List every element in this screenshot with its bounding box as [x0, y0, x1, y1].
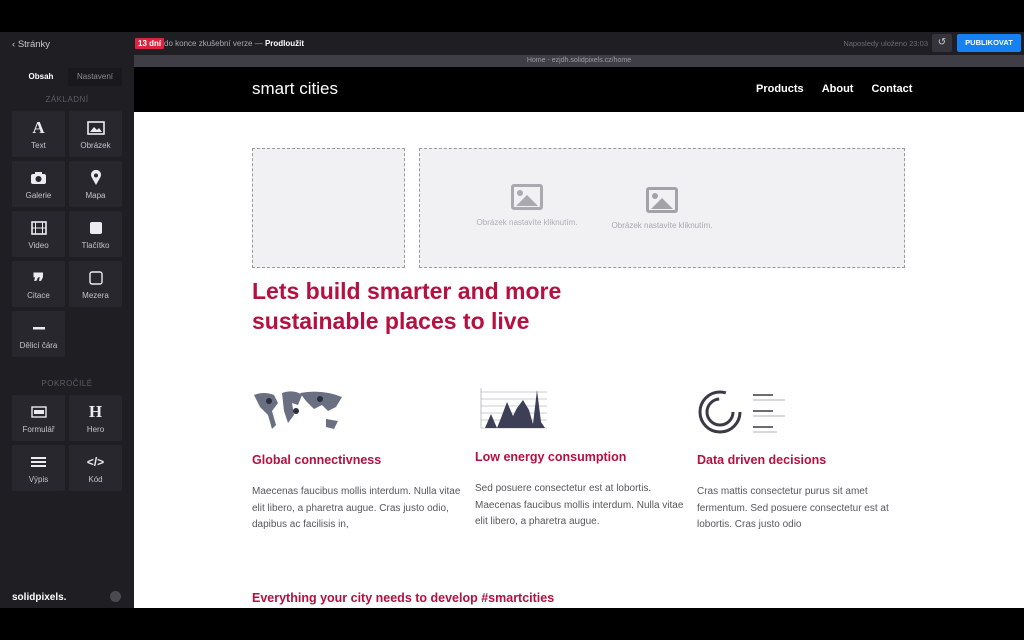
- trial-text: do konce zkušební verze —: [164, 39, 263, 48]
- widget-spacer[interactable]: Mezera: [69, 261, 122, 307]
- widget-divider[interactable]: Dělicí čára: [12, 311, 65, 357]
- last-saved: Naposledy uloženo 23:03: [843, 39, 928, 48]
- widget-gallery[interactable]: Galerie: [12, 161, 65, 207]
- feature-title: Global connectivness: [252, 453, 382, 467]
- back-label: Stránky: [17, 39, 51, 50]
- widget-label: Text: [31, 141, 46, 150]
- widget-label: Hero: [86, 425, 105, 434]
- map-pin-icon: [90, 168, 102, 188]
- world-map-icon: [252, 389, 462, 437]
- widget-label: Galerie: [25, 191, 52, 200]
- energy-chart-icon: [475, 386, 685, 434]
- page-url-bar: Home - ezjdh.solidpixels.cz/home: [134, 55, 1024, 67]
- globe-icon[interactable]: [110, 591, 121, 602]
- feature-text: Sed posuere consectetur est at lobortis.…: [475, 483, 684, 527]
- undo-icon[interactable]: ↺: [932, 34, 952, 52]
- widget-label: Kód: [88, 475, 103, 484]
- feature-title: Data driven decisions: [697, 453, 827, 467]
- image-icon: [86, 118, 105, 138]
- basic-widgets: A Text Obrázek Galerie Mapa Video Tlačítk…: [12, 111, 122, 357]
- widget-label: Mapa: [85, 191, 106, 200]
- widget-image[interactable]: Obrázek: [69, 111, 122, 157]
- publish-button[interactable]: PUBLIKOVAT: [957, 34, 1021, 52]
- camera-icon: [30, 168, 47, 188]
- widget-label: Mezera: [82, 291, 109, 300]
- code-icon: </>: [86, 455, 105, 469]
- tab-obsah[interactable]: Obsah: [14, 68, 68, 86]
- advanced-widgets: Formulář H Hero Výpis </> Kód: [12, 395, 122, 491]
- widget-list[interactable]: Výpis: [12, 445, 65, 491]
- back-to-pages-link[interactable]: ‹ Stránky: [12, 39, 50, 50]
- site-header: smart cities Products About Contact: [134, 67, 1024, 112]
- form-icon: [30, 402, 47, 422]
- button-icon: [89, 218, 103, 238]
- widget-label: Citace: [27, 291, 50, 300]
- sidebar-tabs: Obsah Nastavení: [14, 68, 122, 86]
- quote-icon: ❞: [32, 269, 45, 294]
- widget-label: Video: [28, 241, 49, 250]
- widget-quote[interactable]: ❞ Citace: [12, 261, 65, 307]
- site-logo[interactable]: smart cities: [252, 79, 338, 99]
- feature-text: Cras mattis consectetur purus sit amet f…: [697, 486, 889, 530]
- widget-label: Formulář: [22, 425, 55, 434]
- feature-card: Low energy consumption Sed posuere conse…: [475, 386, 685, 531]
- image-icon: [511, 184, 543, 210]
- site-menu: Products About Contact: [756, 83, 912, 95]
- editor-topbar: 13 dní do konce zkušební verze — Prodlou…: [134, 32, 1024, 55]
- tab-nastaveni[interactable]: Nastavení: [68, 68, 122, 86]
- page-canvas: smart cities Products About Contact Obrá…: [134, 67, 1024, 608]
- widget-form[interactable]: Formulář: [12, 395, 65, 441]
- trial-notice: do konce zkušební verze — Prodloužit: [164, 39, 304, 48]
- sidebar: ‹ Stránky Obsah Nastavení ZÁKLADNÍ A Text…: [0, 32, 134, 608]
- nav-contact[interactable]: Contact: [871, 83, 912, 95]
- nav-about[interactable]: About: [822, 83, 854, 95]
- trial-badge: 13 dní: [135, 38, 165, 49]
- advanced-section-label: POKROČILÉ: [41, 379, 93, 388]
- editor-window: ‹ Stránky Obsah Nastavení ZÁKLADNÍ A Text…: [0, 32, 1024, 608]
- data-cycle-icon: [697, 389, 907, 437]
- section-title: Everything your city needs to develop #s…: [252, 591, 555, 605]
- text-icon: A: [32, 118, 45, 137]
- widget-hero[interactable]: H Hero: [69, 395, 122, 441]
- widget-label: Obrázek: [80, 141, 111, 150]
- list-icon: [31, 452, 46, 472]
- brand-logo: solidpixels.: [12, 592, 67, 603]
- widget-label: Dělicí čára: [19, 341, 58, 350]
- widget-label: Tlačítko: [81, 241, 110, 250]
- feature-text: Maecenas faucibus mollis interdum. Nulla…: [252, 486, 461, 530]
- divider-icon: [32, 318, 46, 338]
- basic-section-label: ZÁKLADNÍ: [45, 95, 89, 104]
- heading-icon: H: [88, 402, 103, 421]
- extend-trial-link[interactable]: Prodloužit: [265, 39, 304, 48]
- feature-title: Low energy consumption: [475, 450, 627, 464]
- nav-products[interactable]: Products: [756, 83, 804, 95]
- widget-code[interactable]: </> Kód: [69, 445, 122, 491]
- film-icon: [30, 218, 47, 238]
- feature-card: Global connectivness Maecenas faucibus m…: [252, 389, 462, 534]
- hero-title: Lets build smarter and more sustainable …: [252, 278, 562, 334]
- dragged-image-widget[interactable]: Obrázek nastavíte kliknutím.: [362, 184, 692, 244]
- widget-label: Výpis: [28, 475, 49, 484]
- widget-video[interactable]: Video: [12, 211, 65, 257]
- spacer-icon: [88, 268, 103, 288]
- widget-text[interactable]: A Text: [12, 111, 65, 157]
- feature-card: Data driven decisions Cras mattis consec…: [697, 389, 907, 534]
- placeholder-caption: Obrázek nastavíte kliknutím.: [476, 218, 578, 227]
- widget-button[interactable]: Tlačítko: [69, 211, 122, 257]
- widget-map[interactable]: Mapa: [69, 161, 122, 207]
